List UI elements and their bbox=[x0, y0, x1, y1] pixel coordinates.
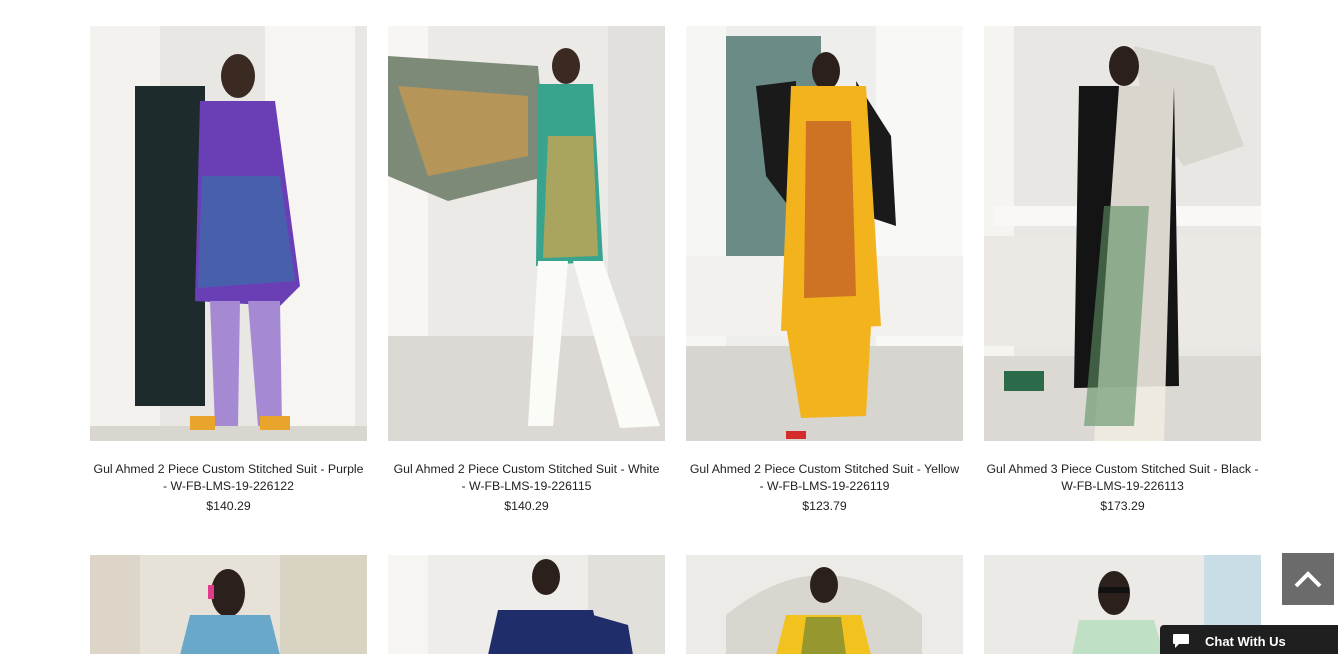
chat-bubble-icon bbox=[1173, 634, 1189, 648]
product-title[interactable]: Gul Ahmed 2 Piece Custom Stitched Suit -… bbox=[90, 461, 367, 495]
product-image[interactable] bbox=[388, 26, 665, 441]
product-card[interactable] bbox=[686, 555, 963, 654]
product-title[interactable]: Gul Ahmed 2 Piece Custom Stitched Suit -… bbox=[388, 461, 665, 495]
product-row bbox=[90, 555, 1261, 654]
product-price: $140.29 bbox=[206, 499, 251, 513]
product-image[interactable] bbox=[984, 26, 1261, 441]
scroll-to-top-button[interactable] bbox=[1282, 553, 1334, 605]
product-image[interactable] bbox=[686, 555, 963, 654]
chat-with-us-button[interactable]: Chat With Us bbox=[1160, 625, 1338, 654]
product-grid: Gul Ahmed 2 Piece Custom Stitched Suit -… bbox=[90, 26, 1261, 654]
product-image[interactable] bbox=[388, 555, 665, 654]
product-price: $173.29 bbox=[1100, 499, 1145, 513]
product-card[interactable]: Gul Ahmed 2 Piece Custom Stitched Suit -… bbox=[686, 26, 963, 513]
chat-label: Chat With Us bbox=[1205, 633, 1286, 649]
product-card[interactable]: Gul Ahmed 3 Piece Custom Stitched Suit -… bbox=[984, 26, 1261, 513]
product-card[interactable] bbox=[388, 555, 665, 654]
product-title[interactable]: Gul Ahmed 3 Piece Custom Stitched Suit -… bbox=[984, 461, 1261, 495]
product-title[interactable]: Gul Ahmed 2 Piece Custom Stitched Suit -… bbox=[686, 461, 963, 495]
product-card[interactable]: Gul Ahmed 2 Piece Custom Stitched Suit -… bbox=[388, 26, 665, 513]
product-price: $123.79 bbox=[802, 499, 847, 513]
product-row: Gul Ahmed 2 Piece Custom Stitched Suit -… bbox=[90, 26, 1261, 513]
product-card[interactable] bbox=[90, 555, 367, 654]
product-price: $140.29 bbox=[504, 499, 549, 513]
product-image[interactable] bbox=[90, 555, 367, 654]
chevron-up-icon bbox=[1294, 571, 1322, 588]
product-image[interactable] bbox=[686, 26, 963, 441]
product-image[interactable] bbox=[90, 26, 367, 441]
product-card[interactable]: Gul Ahmed 2 Piece Custom Stitched Suit -… bbox=[90, 26, 367, 513]
